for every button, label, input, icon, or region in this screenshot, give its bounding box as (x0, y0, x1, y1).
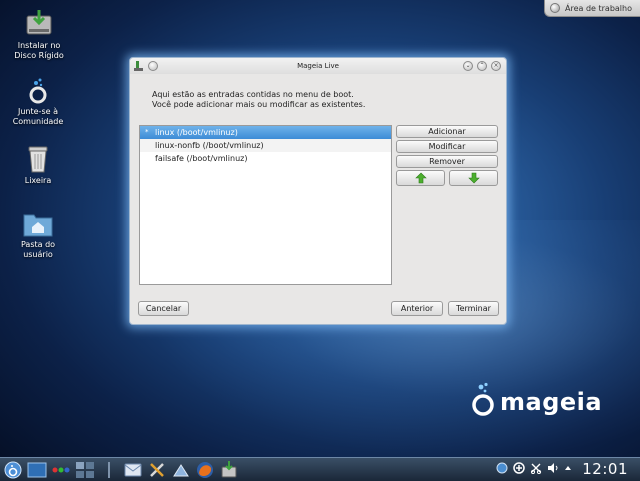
control-center-icon (173, 463, 189, 476)
show-desktop-button[interactable]: Área de trabalho (544, 0, 640, 17)
boot-entry-list[interactable]: * linux (/boot/vmlinuz) linux-nonfb (/bo… (139, 125, 392, 285)
intro-line: Aqui estão as entradas contidas no menu … (152, 90, 354, 99)
default-marker: * (145, 128, 149, 136)
intro-text: Aqui estão as entradas contidas no menu … (152, 90, 365, 110)
install-disk-icon (26, 10, 52, 35)
intro-line: Você pode adicionar mais ou modificar as… (152, 100, 366, 109)
activities-icon (52, 467, 70, 472)
mageia-logo: mageia (470, 382, 602, 416)
mail-icon (124, 463, 142, 476)
modify-button[interactable]: Modificar (396, 140, 498, 153)
desktop-icon-label: Pasta do (20, 240, 56, 249)
desktop-icon-trash[interactable]: Lixeira (0, 145, 77, 186)
network-icon[interactable] (496, 462, 508, 474)
installer-launcher[interactable] (218, 460, 240, 480)
control-center-launcher[interactable] (170, 460, 192, 480)
mageia-cauldron-icon (472, 382, 494, 416)
desktop-icon-label: Junte-se à (18, 107, 58, 116)
clipboard-icon[interactable] (530, 462, 542, 474)
window-titlebar[interactable]: Mageia Live ⌄ ⌃ × (130, 58, 506, 74)
list-item-label: linux-nonfb (/boot/vmlinuz) (155, 141, 264, 150)
move-down-button[interactable] (449, 170, 498, 186)
clock[interactable]: 12:01 (582, 460, 628, 478)
arrow-up-icon (414, 172, 427, 184)
install-icon (221, 460, 237, 477)
move-up-button[interactable] (396, 170, 445, 186)
mail-launcher[interactable] (122, 460, 144, 480)
mageia-menu-icon (4, 461, 22, 478)
desktop-icon-label: Lixeira (24, 176, 52, 185)
tools-icon (150, 462, 164, 477)
system-tray (496, 462, 572, 474)
mageia-live-window: Mageia Live ⌄ ⌃ × Aqui estão as entradas… (129, 57, 507, 325)
minimize-icon[interactable]: ⌄ (463, 61, 473, 71)
window-menu-icon[interactable] (148, 61, 158, 71)
desktop-icon-community[interactable]: Junte-se à Comunidade (0, 78, 77, 127)
close-icon[interactable]: × (491, 61, 501, 71)
cancel-button[interactable]: Cancelar (138, 301, 189, 316)
previous-button[interactable]: Anterior (391, 301, 443, 316)
tray-expand-icon[interactable] (564, 464, 572, 472)
list-item[interactable]: linux-nonfb (/boot/vmlinuz) (140, 139, 391, 152)
desktop-icon (27, 462, 47, 477)
list-item[interactable]: failsafe (/boot/vmlinuz) (140, 152, 391, 165)
maximize-icon[interactable]: ⌃ (477, 61, 487, 71)
show-desktop-task-button[interactable] (26, 460, 48, 480)
pager-button[interactable] (74, 460, 96, 480)
community-icon (29, 78, 47, 104)
window-title: Mageia Live (297, 62, 339, 70)
home-folder-icon (23, 214, 53, 237)
separator-icon (108, 461, 110, 478)
add-button[interactable]: Adicionar (396, 125, 498, 138)
logo-wordmark: mageia (500, 388, 603, 416)
firefox-icon (197, 461, 213, 478)
separator-handle (98, 460, 120, 480)
firefox-launcher[interactable] (194, 460, 216, 480)
desktop-toolbox-icon (550, 3, 560, 13)
app-icon[interactable] (134, 61, 144, 71)
list-item[interactable]: * linux (/boot/vmlinuz) (140, 126, 391, 139)
desktop-icon-label: Disco Rígido (14, 51, 64, 60)
desktop-icon-label: Comunidade (12, 117, 64, 126)
volume-icon[interactable] (547, 462, 559, 474)
trash-icon (28, 146, 48, 173)
desktop-icon-install[interactable]: Instalar no Disco Rígido (0, 10, 78, 61)
desktop-icon-label: usuário (23, 250, 53, 259)
finish-button[interactable]: Terminar (448, 301, 499, 316)
pager-icon (76, 461, 94, 478)
remove-button[interactable]: Remover (396, 155, 498, 168)
list-item-label: linux (/boot/vmlinuz) (155, 128, 238, 137)
desktop-icon-label: Instalar no (17, 41, 61, 50)
activity-manager-button[interactable] (50, 460, 72, 480)
list-item-label: failsafe (/boot/vmlinuz) (155, 154, 248, 163)
updates-icon[interactable] (513, 462, 525, 474)
desktop-icon-home[interactable]: Pasta do usuário (0, 211, 77, 260)
arrow-down-icon (467, 172, 480, 184)
taskbar: 12:01 (0, 457, 640, 481)
app-launcher-button[interactable] (2, 460, 24, 480)
show-desktop-label: Área de trabalho (565, 3, 632, 13)
tools-launcher[interactable] (146, 460, 168, 480)
